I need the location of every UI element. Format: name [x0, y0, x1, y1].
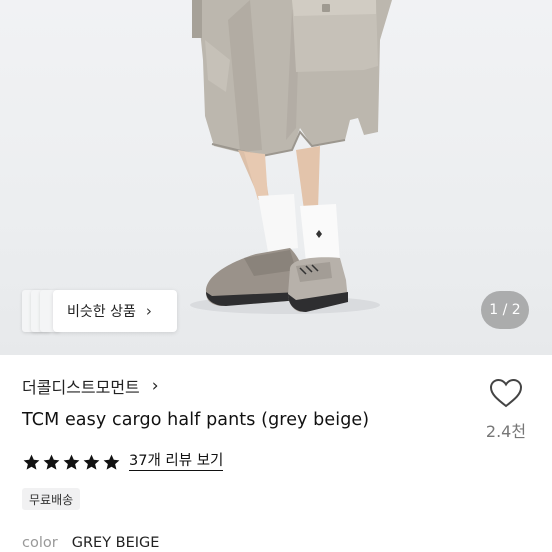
like-count: 2.4천 [485, 422, 527, 441]
star-filled-icon [43, 454, 60, 470]
product-title: TCM easy cargo half pants (grey beige) [22, 410, 370, 430]
free-shipping-badge: 무료배송 [22, 488, 81, 510]
star-filled-icon [23, 454, 40, 470]
similar-products-label: 비슷한 상품 [67, 304, 136, 320]
brand-name: 더콜디스트모먼트 [22, 378, 140, 397]
star-rating [22, 453, 121, 472]
heart-outline-icon [489, 378, 523, 408]
brand-link[interactable]: 더콜디스트모먼트 › [22, 375, 159, 397]
chevron-right-icon: › [145, 302, 152, 320]
star-filled-icon [63, 454, 80, 470]
similar-products-button[interactable]: 비슷한 상품 › [53, 290, 177, 332]
option-row: color GREY BEIGE [22, 533, 159, 552]
chevron-right-icon: › [151, 376, 159, 396]
image-pager: 1 / 2 [481, 291, 529, 329]
rating-row: 37개 리뷰 보기 [22, 451, 224, 473]
thumbnail-stack[interactable] [22, 290, 60, 332]
option-label: color [22, 535, 58, 551]
like-button[interactable]: 2.4천 [480, 378, 532, 442]
star-filled-icon [83, 454, 100, 470]
reviews-link[interactable]: 37개 리뷰 보기 [129, 453, 224, 471]
star-filled-icon [103, 454, 120, 470]
option-value: GREY BEIGE [71, 535, 160, 551]
product-image-gallery[interactable]: 비슷한 상품 › 1 / 2 [0, 0, 552, 355]
